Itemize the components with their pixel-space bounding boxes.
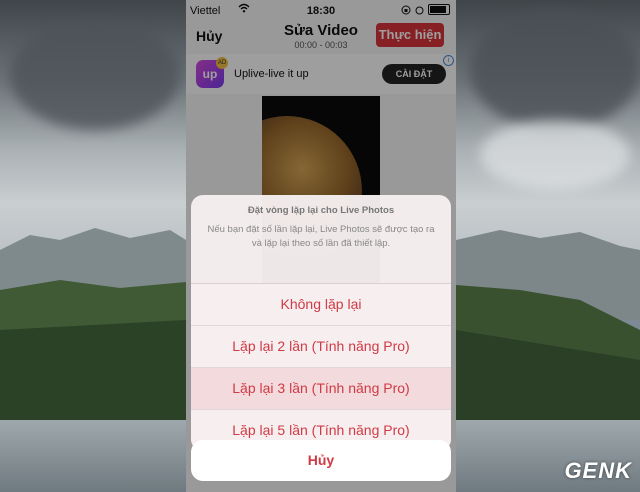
action-sheet-message: Nếu bạn đặt số lần lặp lại, Live Photos … [207,224,435,249]
phone-screen: Viettel 18:30 Hủy Sửa Video 00:00 - 00:0… [186,0,456,492]
action-sheet: Đặt vòng lặp lại cho Live Photos Nếu bạn… [191,195,451,451]
genk-logo: GENK [564,458,632,483]
option-loop-2[interactable]: Lặp lại 2 lần (Tính năng Pro) [191,326,451,368]
option-loop-3[interactable]: Lặp lại 3 lần (Tính năng Pro) [191,368,451,410]
action-sheet-cancel-button[interactable]: Hủy [191,440,451,481]
action-sheet-header: Đặt vòng lặp lại cho Live Photos Nếu bạn… [191,195,451,284]
action-sheet-title: Đặt vòng lặp lại cho Live Photos [247,205,395,216]
option-no-loop[interactable]: Không lặp lại [191,284,451,326]
